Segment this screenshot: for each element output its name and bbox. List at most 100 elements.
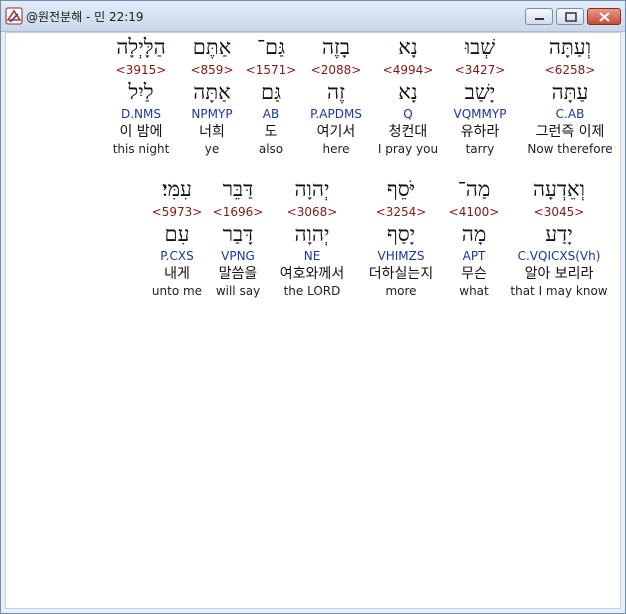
analysis-panel: וְעַתָּה <6258> עַתָּה C.AB 그런즉 이제 Now t… — [5, 32, 621, 609]
morph-code: NPMYP — [191, 107, 233, 121]
strong-number[interactable]: <4100> — [444, 206, 504, 221]
word-cell[interactable]: עִמִּי׃ <5973> עִם P.CXS 내게 unto me — [146, 179, 208, 299]
strong-number[interactable]: <3068> — [270, 206, 354, 221]
hebrew-word: וְעַתָּה — [548, 35, 592, 59]
hebrew-word: יֹּסֵף — [386, 177, 416, 201]
korean-gloss: 청컨대 — [388, 124, 428, 140]
hebrew-root: נָא — [398, 80, 418, 104]
hebrew-word: עִמִּי׃ — [162, 177, 192, 201]
morph-code: C.AB — [555, 107, 585, 121]
hebrew-word: בָזֶה — [321, 35, 351, 59]
morph-code: APT — [462, 249, 486, 263]
english-gloss: this night — [112, 142, 170, 156]
word-cell[interactable]: מַה־ <4100> מָה APT 무슨 what — [444, 179, 504, 299]
word-cell[interactable]: יֹּסֵף <3254> יָסַף VHIMZS 더하실는지 more — [362, 179, 440, 299]
morph-code: VPNG — [221, 249, 255, 263]
hebrew-word: שְׁבוּ — [464, 35, 496, 59]
hebrew-root: יְהוָה — [294, 222, 330, 246]
hebrew-root: דָּבַר — [222, 222, 254, 246]
morph-code: AB — [262, 107, 280, 121]
strong-number[interactable]: <3427> — [439, 64, 521, 79]
strong-number[interactable]: <6258> — [520, 64, 620, 79]
morph-code: VQMMYP — [453, 107, 507, 121]
hebrew-root: עַתָּה — [551, 80, 589, 104]
morph-code: C.VQICXS(Vh) — [517, 249, 601, 263]
hebrew-word: יְהוָה — [294, 177, 330, 201]
korean-gloss: 여기서 — [316, 124, 356, 140]
window-title: @원전분해 - 민 22:19 — [26, 10, 144, 24]
korean-gloss: 더하실는지 — [368, 266, 434, 282]
strong-number[interactable]: <3254> — [362, 206, 440, 221]
hebrew-word: אַתֶּם — [192, 35, 232, 59]
morph-code: NE — [303, 249, 321, 263]
strong-number[interactable]: <859> — [182, 64, 242, 79]
korean-gloss: 말씀을 — [218, 266, 258, 282]
strong-number[interactable]: <3915> — [106, 64, 176, 79]
english-gloss: what — [459, 284, 489, 298]
hebrew-root: יָשַׁב — [464, 80, 496, 104]
minimize-button[interactable] — [525, 8, 553, 25]
english-gloss: unto me — [151, 284, 203, 298]
maximize-button[interactable] — [556, 8, 584, 25]
strong-number[interactable]: <3045> — [506, 206, 612, 221]
hebrew-root: זֶה — [327, 80, 345, 104]
minimize-icon — [535, 18, 544, 20]
word-cell[interactable]: דַּבֵּר <1696> דָּבַר VPNG 말씀을 will say — [208, 179, 268, 299]
korean-gloss: 여호와께서 — [279, 266, 345, 282]
morph-code: VHIMZS — [377, 249, 425, 263]
morph-code: P.CXS — [160, 249, 194, 263]
word-cell[interactable]: וְעַתָּה <6258> עַתָּה C.AB 그런즉 이제 Now t… — [520, 37, 620, 157]
word-cell[interactable]: נָא <4994> נָא Q 청컨대 I pray you — [372, 37, 444, 157]
english-gloss: ye — [204, 142, 220, 156]
korean-gloss: 이 밤에 — [119, 124, 163, 140]
english-gloss: will say — [215, 284, 261, 298]
hebrew-root: גַּם — [260, 80, 282, 104]
english-gloss: Now therefore — [527, 142, 613, 156]
korean-gloss: 알아 보리라 — [524, 266, 594, 282]
word-cell[interactable]: בָזֶה <2088> זֶה P.APDMS 여기서 here — [301, 37, 371, 157]
hebrew-word: הַלָּיְלָה — [116, 35, 166, 59]
hebrew-word: נָא — [398, 35, 418, 59]
english-gloss: here — [322, 142, 350, 156]
word-cell[interactable]: אַתֶּם <859> אַתָּה NPMYP 너희 ye — [182, 37, 242, 157]
app-window: @원전분해 - 민 22:19 וְעַתָּה <6258> עַתָּה C… — [0, 0, 626, 614]
hebrew-root: יָסַף — [386, 222, 416, 246]
english-gloss: tarry — [465, 142, 495, 156]
word-cell[interactable]: וְאֵדְעָה <3045> יָדַע C.VQICXS(Vh) 알아 보… — [506, 179, 612, 299]
hebrew-root: אַתָּה — [193, 80, 231, 104]
hebrew-word: מַה־ — [457, 177, 491, 201]
strong-number[interactable]: <5973> — [146, 206, 208, 221]
korean-gloss: 도 — [264, 124, 278, 140]
title-bar[interactable]: @원전분해 - 민 22:19 — [1, 1, 625, 32]
korean-gloss: 유하라 — [460, 124, 500, 140]
english-gloss: the LORD — [283, 284, 341, 298]
korean-gloss: 내게 — [164, 266, 190, 282]
hebrew-root: עִם — [164, 222, 190, 246]
english-gloss: also — [258, 142, 284, 156]
korean-gloss: 너희 — [199, 124, 225, 140]
strong-number[interactable]: <1696> — [208, 206, 268, 221]
english-gloss: I pray you — [377, 142, 439, 156]
hebrew-word: גַּם־ — [256, 35, 286, 59]
morph-code: P.APDMS — [310, 107, 362, 121]
strong-number[interactable]: <1571> — [243, 64, 299, 79]
hebrew-root: מָה — [461, 222, 487, 246]
hebrew-root: יָדַע — [545, 222, 573, 246]
strong-number[interactable]: <2088> — [301, 64, 371, 79]
hebrew-word: וְאֵדְעָה — [532, 177, 586, 201]
english-gloss: more — [385, 284, 417, 298]
word-cell[interactable]: יְהוָה <3068> יְהוָה NE 여호와께서 the LORD — [270, 179, 354, 299]
hebrew-root: לַיִל — [128, 80, 154, 104]
morph-code: Q — [403, 107, 413, 121]
morph-code: D.NMS — [120, 107, 161, 121]
word-cell[interactable]: הַלָּיְלָה <3915> לַיִל D.NMS 이 밤에 this … — [106, 37, 176, 157]
close-icon — [599, 12, 610, 22]
maximize-icon — [565, 12, 577, 22]
close-button[interactable] — [587, 8, 621, 25]
strong-number[interactable]: <4994> — [372, 64, 444, 79]
korean-gloss: 그런즉 이제 — [535, 124, 605, 140]
korean-gloss: 무슨 — [461, 266, 487, 282]
hebrew-word: דַּבֵּר — [222, 177, 254, 201]
word-cell[interactable]: שְׁבוּ <3427> יָשַׁב VQMMYP 유하라 tarry — [439, 37, 521, 157]
word-cell[interactable]: גַּם־ <1571> גַּם AB 도 also — [243, 37, 299, 157]
